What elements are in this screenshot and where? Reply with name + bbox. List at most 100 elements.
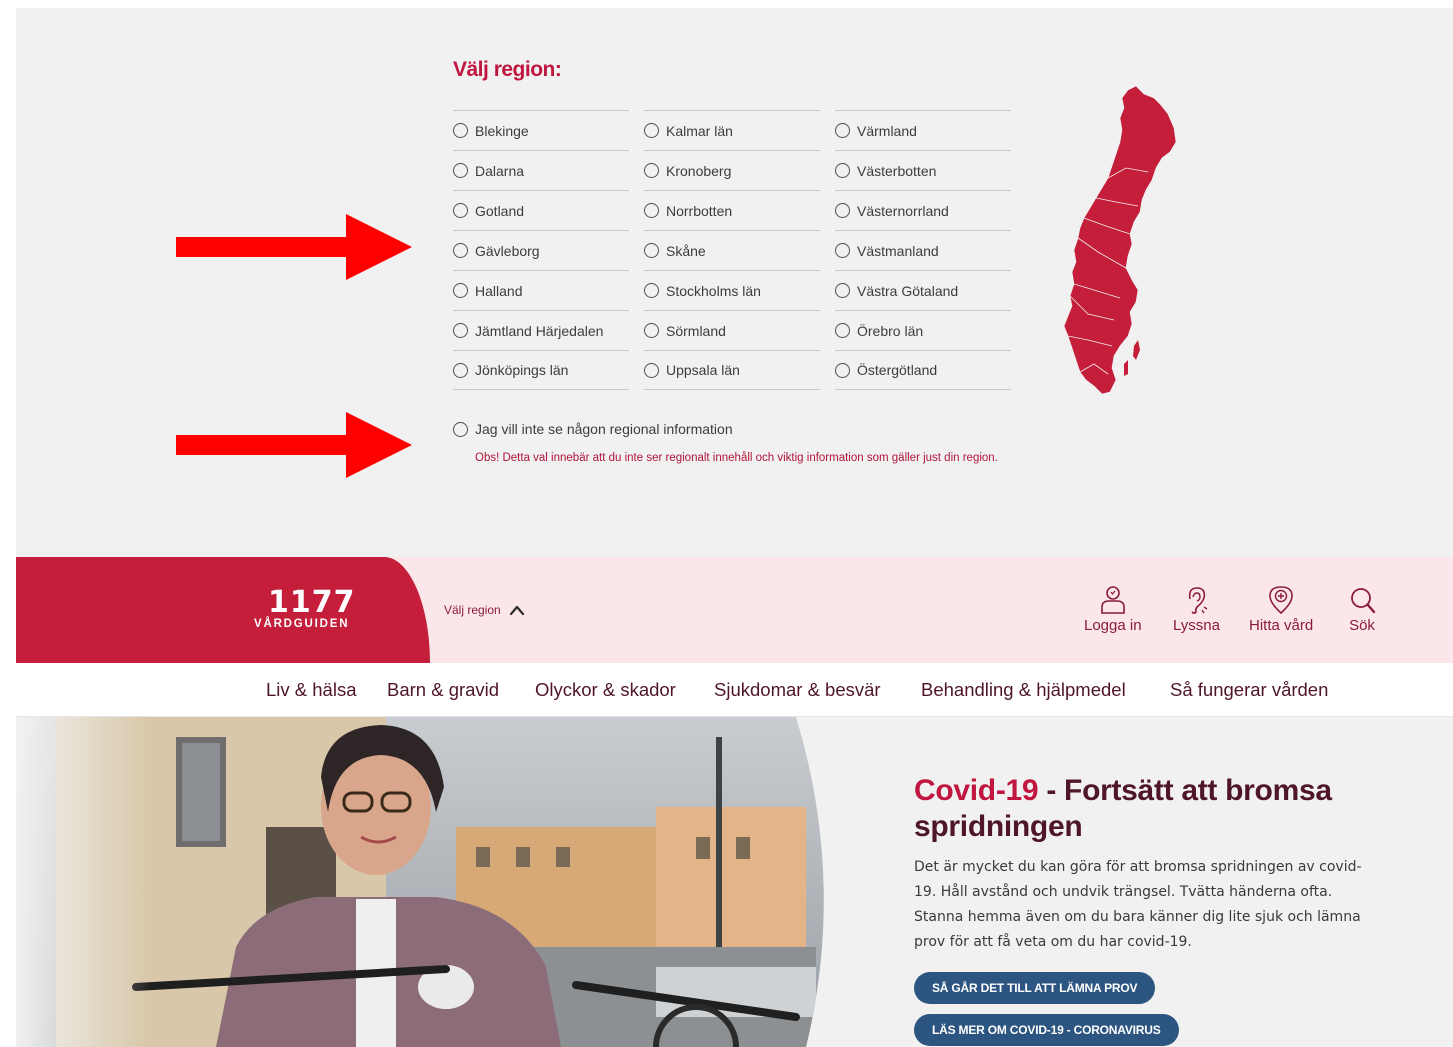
region-option[interactable]: Gävleborg [453, 230, 629, 270]
region-label: Västerbotten [857, 162, 937, 179]
hero-title-accent: Covid-19 [914, 774, 1039, 807]
covid-info-button[interactable]: LÄS MER OM COVID-19 - CORONAVIRUS [914, 1014, 1179, 1046]
radio-button[interactable] [835, 163, 850, 178]
region-label: Blekinge [475, 122, 529, 139]
covid-test-button[interactable]: SÅ GÅR DET TILL ATT LÄMNA PROV [914, 972, 1156, 1004]
region-label: Västra Götaland [857, 282, 959, 299]
radio-button[interactable] [835, 243, 850, 258]
nav-item-barn-gravid[interactable]: Barn & gravid [387, 679, 499, 701]
radio-button[interactable] [453, 163, 468, 178]
no-region-note: Obs! Detta val innebär att du inte ser r… [475, 452, 998, 464]
search-label: Sök [1349, 617, 1375, 634]
radio-button[interactable] [644, 163, 659, 178]
radio-button[interactable] [453, 243, 468, 258]
region-option[interactable]: Blekinge [453, 110, 629, 150]
region-option[interactable]: Dalarna [453, 150, 629, 190]
listen-label: Lyssna [1173, 617, 1220, 634]
region-label: Halland [475, 282, 523, 299]
radio-button[interactable] [835, 283, 850, 298]
region-option[interactable]: Sörmland [644, 310, 820, 350]
login-button[interactable]: Logga in [1084, 585, 1142, 634]
region-label: Värmland [857, 122, 917, 139]
site-header [16, 557, 1453, 663]
main-navigation: Liv & hälsa Barn & gravid Olyckor & skad… [16, 663, 1453, 717]
find-care-label: Hitta vård [1249, 617, 1314, 634]
region-option[interactable]: Västerbotten [835, 150, 1011, 190]
region-option[interactable]: Kronoberg [644, 150, 820, 190]
region-label: Västernorrland [857, 202, 949, 219]
logo[interactable]: 1177 [268, 585, 356, 620]
no-region-option[interactable]: Jag vill inte se någon regional informat… [453, 421, 733, 437]
chevron-up-icon [509, 605, 524, 616]
radio-button[interactable] [644, 323, 659, 338]
region-option[interactable]: Jönköpings län [453, 350, 629, 390]
region-column-3: Värmland Västerbotten Västernorrland Väs… [835, 110, 1011, 390]
region-option[interactable]: Västmanland [835, 230, 1011, 270]
radio-button[interactable] [453, 421, 468, 437]
region-toggle-button[interactable]: Välj region [444, 603, 525, 617]
region-option[interactable]: Gotland [453, 190, 629, 230]
sweden-map-icon [1063, 85, 1177, 395]
region-option[interactable]: Kalmar län [644, 110, 820, 150]
radio-button[interactable] [453, 123, 468, 138]
region-option[interactable]: Östergötland [835, 350, 1011, 390]
region-option[interactable]: Västra Götaland [835, 270, 1011, 310]
region-option[interactable]: Uppsala län [644, 350, 820, 390]
hero-title: Covid-19 - Fortsätt att bromsa spridning… [914, 773, 1414, 845]
nav-item-sjukdomar-besvar[interactable]: Sjukdomar & besvär [714, 679, 881, 701]
region-label: Kronoberg [666, 162, 732, 179]
region-option[interactable]: Örebro län [835, 310, 1011, 350]
radio-button[interactable] [644, 283, 659, 298]
nav-item-behandling-hjalpmedel[interactable]: Behandling & hjälpmedel [921, 679, 1126, 701]
radio-button[interactable] [835, 123, 850, 138]
ear-icon [1189, 587, 1208, 614]
search-button[interactable]: Sök [1348, 585, 1376, 634]
region-option[interactable]: Skåne [644, 230, 820, 270]
region-option[interactable]: Jämtland Härjedalen [453, 310, 629, 350]
radio-button[interactable] [453, 323, 468, 338]
find-care-button[interactable]: Hitta vård [1249, 585, 1313, 634]
region-option[interactable]: Västernorrland [835, 190, 1011, 230]
hero-text: Det är mycket du kan göra för att bromsa… [914, 859, 1362, 950]
logo-background [16, 557, 430, 663]
region-label: Gotland [475, 202, 525, 219]
region-label: Kalmar län [666, 122, 733, 139]
region-heading: Välj region: [453, 58, 562, 81]
nav-item-liv-halsa[interactable]: Liv & hälsa [266, 679, 357, 701]
region-toggle-label: Välj region [444, 603, 501, 617]
region-label: Sörmland [666, 322, 726, 339]
region-column-1: Blekinge Dalarna Gotland Gävleborg Halla… [453, 110, 629, 390]
radio-button[interactable] [835, 323, 850, 338]
radio-button[interactable] [835, 362, 850, 378]
radio-button[interactable] [644, 362, 659, 378]
region-option[interactable]: Norrbotten [644, 190, 820, 230]
region-option[interactable]: Stockholms län [644, 270, 820, 310]
listen-button[interactable]: Lyssna [1173, 585, 1220, 634]
nav-item-sa-fungerar-varden[interactable]: Så fungerar vården [1170, 679, 1328, 701]
search-icon [1351, 588, 1376, 614]
radio-button[interactable] [644, 243, 659, 258]
radio-button[interactable] [453, 203, 468, 218]
region-option[interactable]: Värmland [835, 110, 1011, 150]
radio-button[interactable] [644, 203, 659, 218]
region-label: Norrbotten [666, 202, 733, 219]
location-pin-icon [1269, 586, 1293, 615]
radio-button[interactable] [453, 283, 468, 298]
radio-button[interactable] [835, 203, 850, 218]
region-label: Skåne [666, 242, 706, 259]
logo-text[interactable]: VÅRDGUIDEN [254, 618, 349, 630]
region-column-2: Kalmar län Kronoberg Norrbotten Skåne St… [644, 110, 820, 390]
no-region-label: Jag vill inte se någon regional informat… [475, 421, 733, 437]
user-icon [1100, 586, 1125, 614]
region-label: Jämtland Härjedalen [475, 322, 604, 339]
radio-button[interactable] [644, 123, 659, 138]
nav-item-olyckor-skador[interactable]: Olyckor & skador [535, 679, 676, 701]
region-label: Gävleborg [475, 242, 540, 259]
radio-button[interactable] [453, 362, 468, 378]
region-option[interactable]: Halland [453, 270, 629, 310]
region-label: Östergötland [857, 362, 938, 378]
region-label: Jönköpings län [475, 362, 569, 378]
region-label: Örebro län [857, 322, 924, 339]
region-label: Stockholms län [666, 282, 761, 299]
region-label: Dalarna [475, 162, 525, 179]
